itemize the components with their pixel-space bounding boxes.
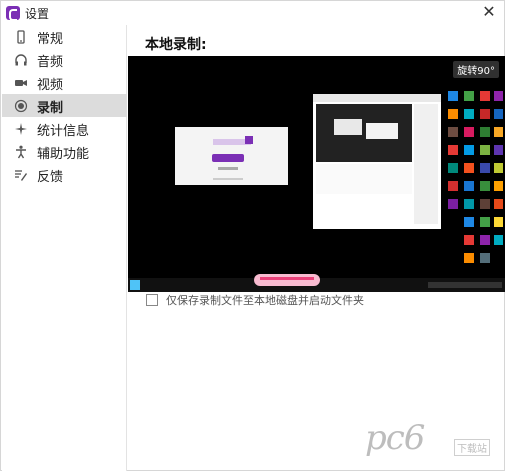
sidebar-item-label: 统计信息 — [37, 124, 90, 139]
recording-preview: 旋转90° — [128, 56, 505, 292]
sidebar-item-label: 辅助功能 — [37, 147, 90, 162]
record-icon — [14, 99, 28, 113]
sparkle-icon — [15, 123, 27, 135]
main-panel: 本地录制: 旋转90° 仅保存录制文件至本地磁盘并启动文件夹 — [128, 25, 505, 471]
sidebar-item-label: 音频 — [37, 55, 64, 70]
sidebar-item-accessibility[interactable]: 辅助功能 — [2, 140, 127, 163]
settings-sidebar: 常规 音频 视频 录制 统计信息 辅助功能 反馈 — [2, 25, 127, 471]
rotate-button[interactable]: 旋转90° — [453, 61, 499, 78]
save-locally-checkbox[interactable] — [146, 294, 158, 306]
watermark-sub: 下载站 — [454, 439, 490, 456]
feedback-icon — [15, 170, 27, 181]
close-button[interactable]: ✕ — [480, 3, 498, 21]
sidebar-item-label: 常规 — [37, 32, 64, 47]
sidebar-item-label: 视频 — [37, 78, 64, 93]
sidebar-item-video[interactable]: 视频 — [2, 71, 127, 94]
sidebar-item-audio[interactable]: 音频 — [2, 48, 127, 71]
app-logo-icon — [6, 6, 20, 21]
save-locally-label: 仅保存录制文件至本地磁盘并启动文件夹 — [166, 294, 364, 307]
title-bar: 设置 ✕ — [1, 1, 504, 25]
phone-icon — [17, 30, 25, 44]
sidebar-item-statistics[interactable]: 统计信息 — [2, 117, 127, 140]
sidebar-item-label: 录制 — [37, 101, 64, 116]
sidebar-item-feedback[interactable]: 反馈 — [2, 163, 127, 186]
headphones-icon — [15, 54, 27, 66]
sidebar-item-label: 反馈 — [37, 170, 64, 185]
sidebar-item-general[interactable]: 常规 — [2, 25, 127, 48]
desktop-screenshot-image — [128, 56, 505, 292]
watermark-logo: pc6 — [365, 418, 425, 458]
accessibility-icon — [16, 145, 26, 159]
site-watermark: pc6 下载站 — [365, 418, 490, 462]
settings-window: 设置 ✕ 常规 音频 视频 录制 统计信息 辅助功能 反馈 本地录制: 旋转90… — [0, 0, 505, 471]
section-title: 本地录制: — [145, 37, 207, 53]
save-locally-option: 仅保存录制文件至本地磁盘并启动文件夹 — [146, 292, 486, 308]
video-camera-icon — [15, 80, 27, 86]
window-title: 设置 — [25, 7, 50, 21]
sidebar-item-recording[interactable]: 录制 — [2, 94, 127, 117]
